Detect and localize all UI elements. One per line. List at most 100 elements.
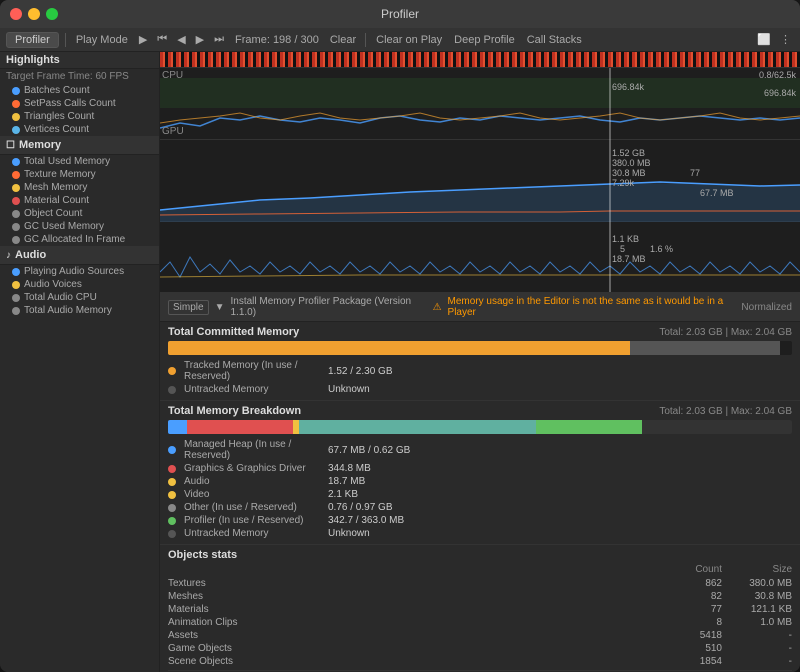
next-frame-button[interactable]: ⏭ <box>211 32 227 47</box>
breakdown-dot <box>168 465 176 473</box>
clear-on-play-label: Clear on Play <box>372 34 446 46</box>
highlights-header: Highlights <box>0 52 159 69</box>
next-step-button[interactable]: ▶ <box>193 32 207 47</box>
bottom-panel: Simple ▼ Install Memory Profiler Package… <box>160 292 800 672</box>
breakdown-item-label: Video <box>184 489 324 500</box>
row-name: Materials <box>168 604 662 615</box>
breakdown-item-value: 0.76 / 0.97 GB <box>328 502 393 513</box>
untracked-value: Unknown <box>328 384 370 395</box>
total-audio-memory-item[interactable]: Total Audio Memory <box>0 304 159 317</box>
playing-audio-item[interactable]: Playing Audio Sources <box>0 265 159 278</box>
bar-graphics <box>187 420 293 434</box>
breakdown-row: Other (In use / Reserved) 0.76 / 0.97 GB <box>168 501 792 514</box>
total-committed-total: Total: 2.03 GB | Max: 2.04 GB <box>659 327 792 338</box>
triangles-dot <box>12 113 20 121</box>
total-used-memory-item[interactable]: Total Used Memory <box>0 155 159 168</box>
close-button[interactable] <box>10 8 22 20</box>
clear-button[interactable]: Clear <box>327 33 359 47</box>
bar-profiler <box>536 420 642 434</box>
bar-tracked <box>168 341 630 355</box>
texture-memory-item[interactable]: Texture Memory <box>0 168 159 181</box>
table-row: Textures 862 380.0 MB <box>168 577 792 590</box>
breakdown-row: Profiler (In use / Reserved) 342.7 / 363… <box>168 514 792 527</box>
svg-text:696.84k: 696.84k <box>612 82 645 92</box>
mesh-memory-item[interactable]: Mesh Memory <box>0 181 159 194</box>
prev-step-button[interactable]: ◀ <box>174 32 188 47</box>
total-breakdown-section: Total Memory Breakdown Total: 2.03 GB | … <box>160 401 800 545</box>
gc-used-memory-item[interactable]: GC Used Memory <box>0 220 159 233</box>
memory-icon: ☐ <box>6 140 15 151</box>
object-count-dot <box>12 210 20 218</box>
col-header-size: Size <box>722 564 792 575</box>
svg-text:77: 77 <box>690 168 700 178</box>
bar-untracked <box>630 341 780 355</box>
gc-alloc-item[interactable]: GC Allocated In Frame <box>0 233 159 246</box>
total-committed-bar <box>168 341 792 355</box>
material-count-dot <box>12 197 20 205</box>
breakdown-item-label: Audio <box>184 476 324 487</box>
breakdown-item-label: Graphics & Graphics Driver <box>184 463 324 474</box>
simple-label[interactable]: Simple <box>168 300 209 315</box>
audio-section-header: ♪ Audio <box>0 246 159 265</box>
call-stacks-label: Call Stacks <box>523 34 586 46</box>
total-audio-cpu-dot <box>12 294 20 302</box>
right-panel: CPU 0.8/62.5k 696.84k 696.84k GP <box>160 52 800 672</box>
tracked-value: 1.52 / 2.30 GB <box>328 366 393 377</box>
vertices-count-item[interactable]: Vertices Count <box>0 123 159 136</box>
audio-voices-item[interactable]: Audio Voices <box>0 278 159 291</box>
table-row: Game Objects 510 - <box>168 642 792 655</box>
material-count-item[interactable]: Material Count <box>0 194 159 207</box>
audio-graph: 1.1 KB 5 1.6 % 18.7 MB <box>160 222 800 292</box>
play-button[interactable]: ▶ <box>136 32 150 47</box>
row-size: 380.0 MB <box>722 578 792 589</box>
table-header: Count Size <box>168 564 792 575</box>
prev-frame-button[interactable]: ⏮ <box>154 32 170 47</box>
untracked-dot <box>168 386 176 394</box>
texture-memory-dot <box>12 171 20 179</box>
breakdown-dot <box>168 517 176 525</box>
objects-rows: Textures 862 380.0 MB Meshes 82 30.8 MB … <box>168 577 792 668</box>
profiler-tab[interactable]: Profiler <box>6 32 59 48</box>
bar-other <box>299 420 536 434</box>
breakdown-item-value: 2.1 KB <box>328 489 358 500</box>
total-used-dot <box>12 158 20 166</box>
breakdown-item-value: Unknown <box>328 528 370 539</box>
options-button[interactable]: ⋮ <box>777 32 794 47</box>
total-audio-cpu-item[interactable]: Total Audio CPU <box>0 291 159 304</box>
warning-icon: ⚠ <box>433 302 442 313</box>
breakdown-row: Untracked Memory Unknown <box>168 527 792 540</box>
breakdown-rows: Managed Heap (In use / Reserved) 67.7 MB… <box>168 438 792 540</box>
normalized-label: Normalized <box>741 302 792 313</box>
row-size: - <box>722 630 792 641</box>
batches-count-item[interactable]: Batches Count <box>0 84 159 97</box>
bar-managed <box>168 420 187 434</box>
row-count: 8 <box>662 617 722 628</box>
breakdown-item-value: 342.7 / 363.0 MB <box>328 515 404 526</box>
svg-text:67.7 MB: 67.7 MB <box>700 188 734 198</box>
tracked-label: Tracked Memory (In use / Reserved) <box>184 360 324 382</box>
untracked-memory-row: Untracked Memory Unknown <box>168 383 792 396</box>
maximize-button[interactable] <box>46 8 58 20</box>
object-count-item[interactable]: Object Count <box>0 207 159 220</box>
graph-area: CPU 0.8/62.5k 696.84k 696.84k GP <box>160 52 800 292</box>
breakdown-item-value: 344.8 MB <box>328 463 371 474</box>
row-name: Meshes <box>168 591 662 602</box>
install-message[interactable]: Install Memory Profiler Package (Version… <box>230 296 426 318</box>
minimize-button[interactable] <box>28 8 40 20</box>
row-size: 1.0 MB <box>722 617 792 628</box>
setpass-count-item[interactable]: SetPass Calls Count <box>0 97 159 110</box>
total-audio-memory-dot <box>12 307 20 315</box>
breakdown-item-label: Profiler (In use / Reserved) <box>184 515 324 526</box>
total-committed-section: Total Committed Memory Total: 2.03 GB | … <box>160 322 800 401</box>
svg-text:5: 5 <box>620 244 625 254</box>
cpu-label: CPU <box>162 70 183 81</box>
svg-text:30.8 MB: 30.8 MB <box>612 168 646 178</box>
collapse-button[interactable]: ⬜ <box>754 32 774 47</box>
setpass-dot <box>12 100 20 108</box>
breakdown-row: Video 2.1 KB <box>168 488 792 501</box>
gc-used-dot <box>12 223 20 231</box>
triangles-count-item[interactable]: Triangles Count <box>0 110 159 123</box>
gpu-value: 696.84k <box>764 88 796 98</box>
playing-audio-dot <box>12 268 20 276</box>
breakdown-item-label: Managed Heap (In use / Reserved) <box>184 439 324 461</box>
